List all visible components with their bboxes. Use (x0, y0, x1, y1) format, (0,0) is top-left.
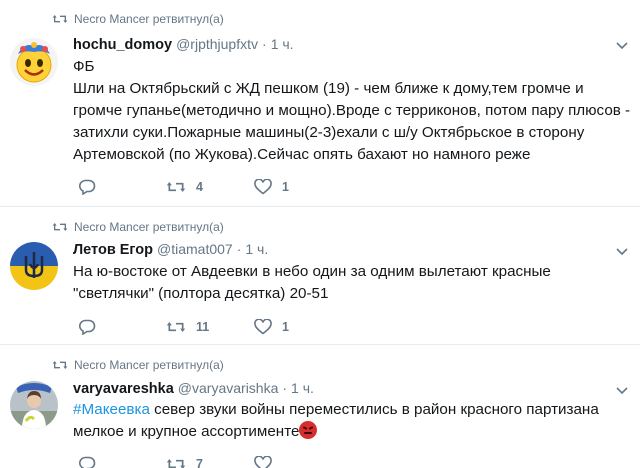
retweeted-by-label[interactable]: Necro Mancer ретвитнул(а) (74, 220, 224, 234)
reply-button[interactable] (78, 456, 166, 468)
retweeted-by-label[interactable]: Necro Mancer ретвитнул(а) (74, 358, 224, 372)
retweeted-by-line: Necro Mancer ретвитнул(а) (52, 358, 224, 372)
retweet-icon (166, 459, 186, 468)
display-name[interactable]: varyavareshka (73, 381, 174, 397)
tweet[interactable]: Necro Mancer ретвитнул(а) varyavareshka … (0, 346, 640, 468)
angry-face-emoji-icon (299, 421, 318, 439)
heart-icon (254, 179, 272, 195)
retweet-count: 7 (196, 457, 203, 468)
tweet[interactable]: Necro Mancer ретвитнул(а) Летов Егор @ti… (0, 208, 640, 345)
retweet-button[interactable]: 11 (166, 319, 254, 335)
tweet-text-body: север звуки войны переместились в район … (73, 401, 599, 440)
retweet-count: 4 (196, 180, 203, 194)
retweet-button[interactable]: 7 (166, 456, 254, 468)
smiley-emoji-avatar-icon (10, 38, 58, 86)
display-name[interactable]: hochu_domoy (73, 37, 172, 53)
heart-icon (254, 319, 272, 335)
timestamp[interactable]: 1 ч. (245, 241, 268, 257)
retweet-icon (52, 223, 68, 231)
retweeted-by-label[interactable]: Necro Mancer ретвитнул(а) (74, 12, 224, 26)
retweet-icon (52, 361, 68, 369)
tweet-header: varyavareshka @varyavarishka · 1 ч. (73, 380, 314, 397)
reply-button[interactable] (78, 319, 166, 335)
separator-dot: · (282, 380, 288, 396)
avatar[interactable] (10, 38, 58, 86)
like-count: 1 (282, 180, 289, 194)
retweet-button[interactable]: 4 (166, 179, 254, 195)
tweet[interactable]: Necro Mancer ретвитнул(а) hochu_domoy @r… (0, 0, 640, 207)
blue-yellow-trident-avatar-icon (10, 242, 58, 290)
like-button[interactable]: 1 (254, 179, 334, 195)
retweet-icon (52, 15, 68, 23)
chevron-down-icon[interactable] (616, 387, 628, 395)
hashtag-link[interactable]: #Макеевка (73, 401, 150, 418)
reply-button[interactable] (78, 179, 166, 195)
timestamp[interactable]: 1 ч. (271, 36, 294, 52)
like-button[interactable] (254, 456, 334, 468)
retweet-count: 11 (196, 320, 210, 334)
avatar[interactable] (10, 381, 58, 429)
reply-icon (79, 319, 96, 335)
tweet-text: На ю-востоке от Авдеевки в небо один за … (73, 263, 551, 302)
tweet-actions: 4 1 (78, 179, 334, 195)
chevron-down-icon[interactable] (616, 248, 628, 256)
retweeted-by-line: Necro Mancer ретвитнул(а) (52, 12, 224, 26)
user-handle[interactable]: @varyavarishka (178, 380, 279, 396)
tweet-text: ФБ Шли на Октябрьский с ЖД пешком (19) -… (73, 58, 631, 163)
timestamp[interactable]: 1 ч. (291, 380, 314, 396)
retweeted-by-line: Necro Mancer ретвитнул(а) (52, 220, 224, 234)
retweet-icon (166, 322, 186, 332)
separator-dot: · (262, 36, 267, 52)
chevron-down-icon[interactable] (616, 42, 628, 50)
heart-icon (254, 456, 272, 468)
tweet-header: hochu_domoy @rjpthjupfxtv · 1 ч. (73, 36, 294, 53)
tweet-actions: 11 1 (78, 319, 334, 335)
like-count: 1 (282, 320, 289, 334)
tweet-text: #Макеевка север звуки войны переместилис… (73, 399, 633, 443)
tweet-header: Летов Егор @tiamat007 · 1 ч. (73, 241, 268, 258)
user-handle[interactable]: @rjpthjupfxtv (176, 36, 258, 52)
like-button[interactable]: 1 (254, 319, 334, 335)
person-photo-avatar-icon (10, 381, 58, 429)
tweet-actions: 7 (78, 456, 334, 468)
reply-icon (79, 179, 96, 195)
display-name[interactable]: Летов Егор (73, 242, 153, 258)
retweet-icon (166, 182, 186, 192)
avatar[interactable] (10, 242, 58, 290)
user-handle[interactable]: @tiamat007 (157, 241, 233, 257)
reply-icon (79, 456, 96, 468)
separator-dot: · (236, 241, 242, 257)
